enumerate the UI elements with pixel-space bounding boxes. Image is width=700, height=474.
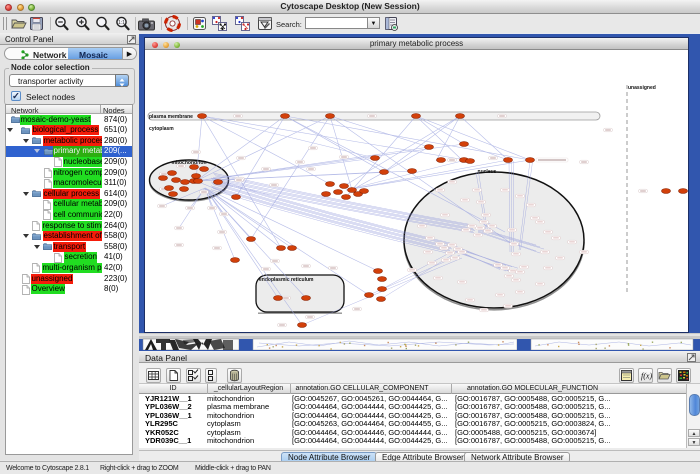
- svg-text:1:1: 1:1: [118, 20, 125, 26]
- svg-text:unassigned: unassigned: [628, 85, 656, 91]
- svg-text:nucleus: nucleus: [478, 169, 497, 175]
- svg-text:plasma membrane: plasma membrane: [149, 114, 193, 120]
- svg-text:cytoplasm: cytoplasm: [149, 126, 174, 132]
- svg-text:f(x): f(x): [641, 372, 652, 381]
